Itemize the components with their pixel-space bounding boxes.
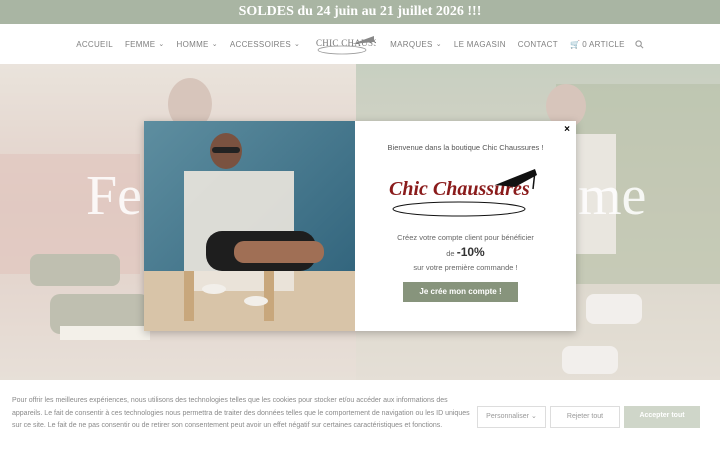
chevron-down-icon: ⌄ xyxy=(158,41,165,48)
accept-all-button[interactable]: Accepter tout xyxy=(624,406,700,428)
search-icon[interactable] xyxy=(635,39,644,49)
popup-benefit-text: Créez votre compte client pour bénéficie… xyxy=(397,233,534,242)
create-account-button[interactable]: Je crée mon compte ! xyxy=(403,282,518,302)
cookie-text: Pour offrir les meilleures expériences, … xyxy=(12,397,470,429)
nav-item-femme[interactable]: FEMME ⌄ xyxy=(125,40,165,49)
close-icon[interactable]: × xyxy=(564,124,570,135)
main-nav: ACCUEIL FEMME ⌄ HOMME ⌄ ACCESSOIRES ⌄ Chic … xyxy=(0,24,720,64)
promo-banner: SOLDES du 24 juin au 21 juillet 2026 !!! xyxy=(0,0,720,24)
chevron-down-icon: ⌄ xyxy=(293,41,301,48)
popup-welcome-text: Bienvenue dans la boutique Chic Chaussur… xyxy=(387,143,544,152)
promo-text: SOLDES du 24 juin au 21 juillet 2026 !!! xyxy=(238,4,482,19)
reject-all-button[interactable]: Rejeter tout xyxy=(550,406,620,428)
cart-link[interactable]: 🛒 0 article xyxy=(570,40,625,49)
customize-button[interactable]: Personnaliser ⌄ xyxy=(477,406,546,428)
popup-content: × Bienvenue dans la boutique Chic Chauss… xyxy=(355,121,576,331)
cookie-banner: Pour offrir les meilleures expériences, … xyxy=(0,380,720,450)
chevron-down-icon: ⌄ xyxy=(211,41,218,48)
popup-photo xyxy=(144,121,355,331)
discount-value: -10% xyxy=(456,245,485,259)
nav-item-contact[interactable]: CONTACT xyxy=(518,40,558,49)
popup-first-order-text: sur votre première commande ! xyxy=(413,263,518,272)
nav-item-homme[interactable]: HOMME ⌄ xyxy=(177,40,218,49)
popup-brand-logo: Chic Chaussures xyxy=(389,169,537,217)
popup-discount-line: de -10% xyxy=(446,245,485,259)
welcome-popup: × Bienvenue dans la boutique Chic Chauss… xyxy=(144,121,576,331)
brand-logo[interactable]: Chic Chaussures xyxy=(314,30,376,58)
nav-item-marques[interactable]: MARQUES ⌄ xyxy=(390,40,442,49)
chevron-down-icon: ⌄ xyxy=(435,41,442,48)
nav-item-accueil[interactable]: ACCUEIL xyxy=(76,40,113,49)
nav-item-accessoires[interactable]: ACCESSOIRES ⌄ xyxy=(230,40,300,49)
chevron-down-icon: ⌄ xyxy=(530,413,537,420)
cart-icon: 🛒 xyxy=(569,39,581,49)
nav-item-le-magasin[interactable]: LE MAGASIN xyxy=(454,40,506,49)
